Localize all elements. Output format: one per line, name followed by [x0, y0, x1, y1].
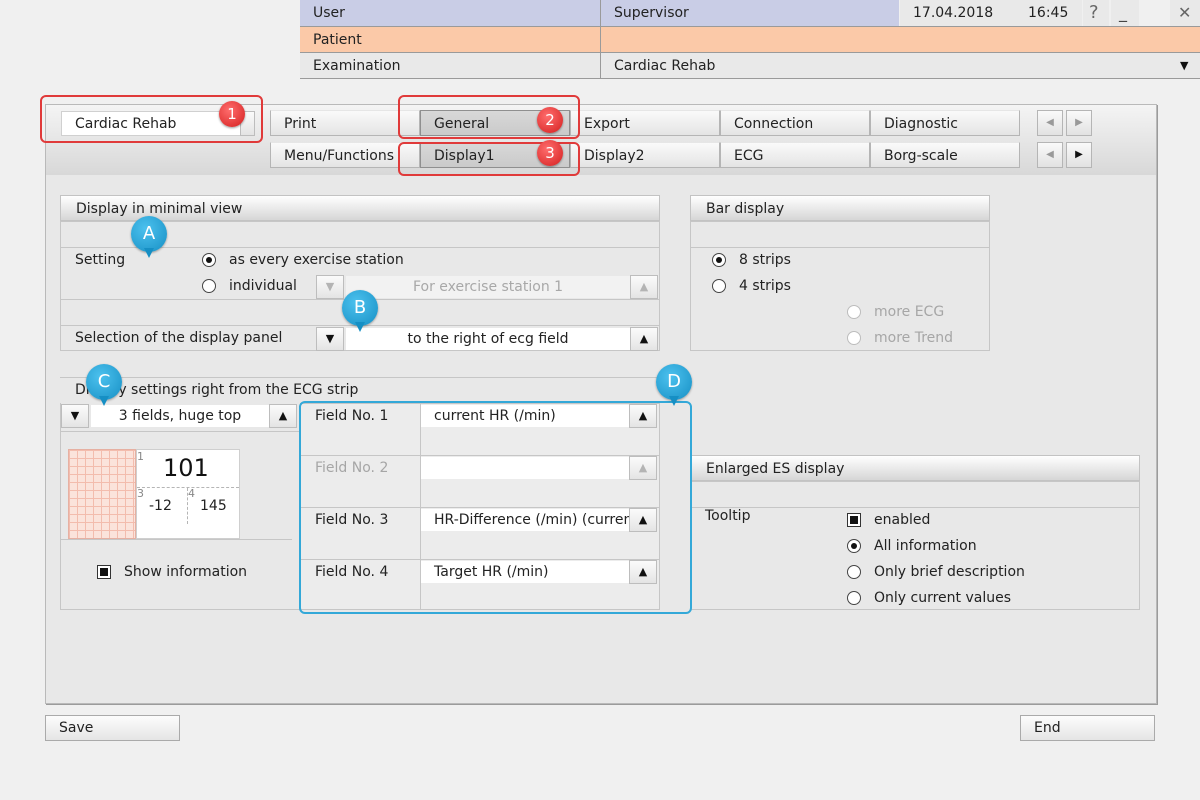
date-display: 17.04.2018 — [900, 0, 1010, 26]
setting-label: Setting — [75, 252, 126, 268]
divider — [690, 507, 1140, 508]
radio-more-trend-label: more Trend — [874, 330, 954, 346]
radio-brief-description[interactable] — [847, 565, 861, 579]
tab-ecg[interactable]: ECG — [720, 142, 870, 168]
layout-dropdown-down-icon[interactable]: ▼ — [61, 404, 89, 428]
tooltip-enabled-label: enabled — [874, 512, 931, 528]
radio-individual-label: individual — [229, 278, 297, 294]
radio-all-information[interactable] — [847, 539, 861, 553]
callout-pin-b: B — [342, 290, 378, 332]
preview-field-number: 3 — [137, 487, 144, 500]
header-divider — [600, 0, 601, 79]
radio-8-strips-label: 8 strips — [739, 252, 791, 268]
patient-value — [601, 27, 1200, 53]
divider — [60, 377, 660, 378]
radio-8-strips[interactable] — [712, 253, 726, 267]
radio-every-station[interactable] — [202, 253, 216, 267]
close-button[interactable]: ✕ — [1170, 0, 1200, 26]
callout-pin-c: C — [86, 364, 122, 406]
panel-dropdown-down-icon[interactable]: ▼ — [316, 327, 344, 351]
station-select[interactable]: For exercise station 1 — [346, 276, 630, 298]
radio-all-information-label: All information — [874, 538, 977, 554]
subtab-scroll-right-icon[interactable]: ▶ — [1066, 142, 1092, 168]
time-display: 16:45 — [1010, 0, 1082, 26]
preview-field-number: 1 — [137, 450, 144, 463]
radio-current-values[interactable] — [847, 591, 861, 605]
radio-every-station-label: as every exercise station — [229, 252, 404, 268]
tab-scroll-left-icon[interactable]: ◀ — [1037, 110, 1063, 136]
enlarged-es-header: Enlarged ES display — [690, 455, 1140, 481]
tab-borg-scale[interactable]: Borg-scale — [870, 142, 1020, 168]
callout-frame-d — [299, 401, 692, 614]
radio-4-strips[interactable] — [712, 279, 726, 293]
examination-value[interactable]: Cardiac Rehab — [601, 53, 1171, 79]
examination-dropdown-icon[interactable]: ▼ — [1171, 53, 1200, 79]
divider — [690, 247, 990, 248]
tab-export[interactable]: Export — [570, 110, 720, 136]
tab-diagnostic[interactable]: Diagnostic — [870, 110, 1020, 136]
callout-badge-2: 2 — [537, 107, 563, 133]
station-dropdown-down-icon[interactable]: ▼ — [316, 275, 344, 299]
radio-more-ecg-label: more ECG — [874, 304, 945, 320]
user-label: User — [300, 0, 600, 26]
tooltip-enabled-checkbox[interactable] — [847, 513, 861, 527]
header-divider — [300, 52, 1200, 53]
radio-more-ecg[interactable] — [847, 305, 861, 319]
show-information-label: Show information — [124, 564, 248, 580]
tab-connection[interactable]: Connection — [720, 110, 870, 136]
tab-display2[interactable]: Display2 — [570, 142, 720, 168]
station-dropdown-up-icon[interactable]: ▲ — [630, 275, 658, 299]
radio-individual[interactable] — [202, 279, 216, 293]
save-button[interactable]: Save — [45, 715, 180, 741]
header-divider — [300, 78, 1200, 79]
radio-more-trend[interactable] — [847, 331, 861, 345]
patient-label: Patient — [300, 27, 600, 53]
bar-display-header: Bar display — [690, 195, 990, 221]
user-value: Supervisor — [601, 0, 899, 26]
preview-value-3: -12 — [149, 498, 172, 514]
callout-pin-d: D — [656, 364, 692, 406]
preview-main-value: 101 — [163, 454, 209, 482]
layout-select[interactable]: 3 fields, huge top — [91, 405, 269, 427]
examination-label: Examination — [300, 53, 600, 79]
callout-badge-3: 3 — [537, 140, 563, 166]
show-information-checkbox[interactable] — [97, 565, 111, 579]
divider — [60, 431, 300, 432]
help-button[interactable]: ? — [1083, 0, 1109, 26]
divider — [60, 539, 292, 540]
subtab-scroll-left-icon[interactable]: ◀ — [1037, 142, 1063, 168]
display-panel-select[interactable]: to the right of ecg field — [346, 328, 630, 350]
tab-scroll-right-icon[interactable]: ▶ — [1066, 110, 1092, 136]
ecg-preview-grid — [68, 449, 136, 539]
layout-dropdown-up-icon[interactable]: ▲ — [269, 404, 297, 428]
tooltip-label: Tooltip — [705, 508, 751, 524]
radio-brief-description-label: Only brief description — [874, 564, 1025, 580]
display-panel-label: Selection of the display panel — [75, 330, 283, 346]
minimize-button[interactable]: _ — [1111, 0, 1139, 26]
preview-value-4: 145 — [200, 498, 227, 514]
panel-dropdown-up-icon[interactable]: ▲ — [630, 327, 658, 351]
radio-current-values-label: Only current values — [874, 590, 1012, 606]
header-divider — [300, 26, 1200, 27]
callout-pin-a: A — [131, 216, 167, 258]
radio-4-strips-label: 4 strips — [739, 278, 791, 294]
preview-field-number: 4 — [188, 487, 195, 500]
end-button[interactable]: End — [1020, 715, 1155, 741]
callout-badge-1: 1 — [219, 101, 245, 127]
